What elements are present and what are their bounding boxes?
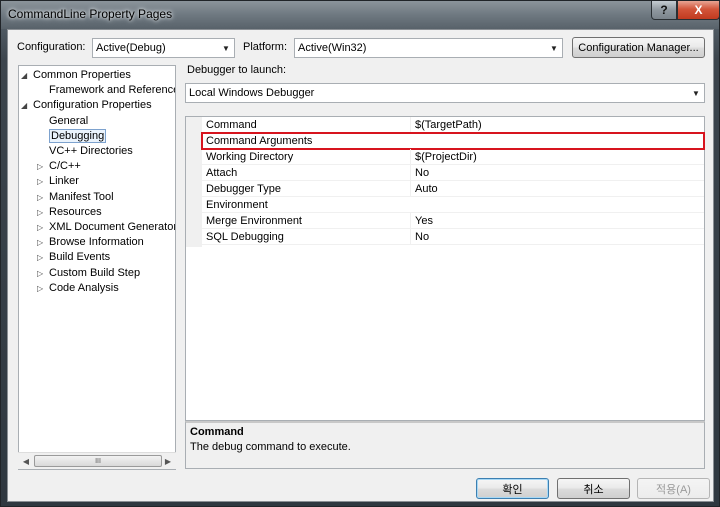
property-name: Command <box>206 119 257 131</box>
tree-collapsed-icon[interactable]: ▷ <box>37 235 47 250</box>
chevron-down-icon: ▼ <box>692 88 700 98</box>
tree-item[interactable]: Build Events <box>49 250 110 265</box>
tree-item-label: C/C++ <box>49 160 81 173</box>
tree-collapsed-icon[interactable]: ▷ <box>37 174 47 189</box>
tree-item-label: Framework and References <box>49 84 176 97</box>
tree-item[interactable]: Linker <box>49 174 79 189</box>
tree-item-label: Debugging <box>49 128 107 143</box>
tree-expanded-icon[interactable]: ◢ <box>21 98 31 113</box>
property-pages-window: CommandLine Property Pages ? X Configura… <box>0 0 720 507</box>
scroll-left-icon[interactable]: ◀ <box>20 455 32 467</box>
tree-horizontal-scrollbar[interactable]: ◀ III ▶ <box>18 452 176 469</box>
description-panel: Command The debug command to execute. <box>185 421 705 469</box>
tree-item-label: XML Document Generator <box>49 221 176 233</box>
property-value[interactable]: No <box>410 165 704 181</box>
configuration-value: Active(Debug) <box>96 42 166 54</box>
property-value[interactable]: Yes <box>410 213 704 229</box>
close-button[interactable]: X <box>677 1 720 20</box>
help-button[interactable]: ? <box>651 1 677 20</box>
debugger-combo[interactable]: Local Windows Debugger ▼ <box>185 83 705 103</box>
tree-item-label: Code Analysis <box>49 281 119 294</box>
property-row[interactable]: Merge Environment Yes <box>202 213 704 229</box>
property-grid: Command $(TargetPath) Command Arguments Wor… <box>185 116 705 421</box>
configuration-label: Configuration: <box>17 41 86 53</box>
chevron-down-icon: ▼ <box>222 43 230 53</box>
property-row[interactable]: Debugger Type Auto <box>202 181 704 197</box>
scroll-right-icon[interactable]: ▶ <box>162 455 174 467</box>
property-tree[interactable]: ◢ Common Properties Framework and Referenc… <box>18 65 176 470</box>
property-name: Command Arguments <box>206 135 313 147</box>
tree-item[interactable]: Manifest Tool <box>49 190 114 205</box>
tree-item[interactable]: C/C++ <box>49 159 81 174</box>
platform-value: Active(Win32) <box>298 42 367 54</box>
tree-item-label: General <box>49 114 89 127</box>
tree-collapsed-icon[interactable]: ▷ <box>37 281 47 296</box>
property-row[interactable]: Attach No <box>202 165 704 181</box>
configuration-manager-button[interactable]: Configuration Manager... <box>572 37 705 58</box>
property-name: Environment <box>206 199 268 211</box>
tree-collapsed-icon[interactable]: ▷ <box>37 266 47 281</box>
tree-collapsed-icon[interactable]: ▷ <box>37 205 47 220</box>
tree-item-label: Configuration Properties <box>33 99 152 112</box>
property-row[interactable]: Command Arguments <box>201 132 705 150</box>
debugger-value: Local Windows Debugger <box>189 87 315 99</box>
property-name: Merge Environment <box>206 215 302 227</box>
property-name: SQL Debugging <box>206 231 284 243</box>
tree-expanded-icon[interactable]: ◢ <box>21 68 31 83</box>
tree-collapsed-icon[interactable]: ▷ <box>37 190 47 205</box>
tree-item[interactable]: XML Document Generator <box>49 220 176 235</box>
tree-item[interactable]: Code Analysis <box>49 281 119 296</box>
debugger-label: Debugger to launch: <box>187 64 287 76</box>
tree-item[interactable]: Debugging <box>49 128 107 144</box>
tree-collapsed-icon[interactable]: ▷ <box>37 250 47 265</box>
property-value[interactable]: Auto <box>410 181 704 197</box>
tree-item-label: Custom Build Step <box>49 266 141 279</box>
grid-gutter <box>186 117 202 247</box>
property-value[interactable]: $(TargetPath) <box>410 117 704 133</box>
tree-item[interactable]: Custom Build Step <box>49 266 140 281</box>
help-icon: ? <box>660 3 668 17</box>
property-name: Debugger Type <box>206 183 282 195</box>
tree-item[interactable]: Browse Information <box>49 235 144 250</box>
tree-item-label: Build Events <box>49 251 111 264</box>
tree-item[interactable]: VC++ Directories <box>49 144 133 159</box>
tree-item-label: Common Properties <box>33 69 131 81</box>
description-title: Command <box>190 426 244 438</box>
platform-label: Platform: <box>243 41 288 53</box>
tree-item-label: Manifest Tool <box>49 190 114 203</box>
property-value[interactable]: No <box>410 229 704 245</box>
tree-item[interactable]: Configuration Properties <box>33 98 152 113</box>
tree-item[interactable]: Framework and References <box>49 83 176 98</box>
close-icon: X <box>694 3 703 17</box>
window-title: CommandLine Property Pages <box>8 7 173 21</box>
tree-item-label: Linker <box>49 175 79 188</box>
tree-item-label: VC++ Directories <box>49 145 133 157</box>
property-name: Attach <box>206 167 238 179</box>
property-row[interactable]: Environment <box>202 197 704 213</box>
description-text: The debug command to execute. <box>190 441 351 453</box>
tree-item-label: Browse Information <box>49 236 144 249</box>
title-bar[interactable]: CommandLine Property Pages ? X <box>1 1 720 29</box>
tree-collapsed-icon[interactable]: ▷ <box>37 159 47 174</box>
scroll-thumb[interactable]: III <box>34 455 162 467</box>
chevron-down-icon: ▼ <box>550 43 558 53</box>
cancel-button[interactable]: 취소 <box>557 478 630 499</box>
dialog-client-area: Configuration: Active(Debug) ▼ Platform:… <box>7 29 714 502</box>
property-value[interactable]: $(ProjectDir) <box>410 149 704 165</box>
tree-collapsed-icon[interactable]: ▷ <box>37 220 47 235</box>
property-row[interactable]: Working Directory $(ProjectDir) <box>202 149 704 165</box>
tree-item[interactable]: Resources <box>49 205 102 220</box>
tree-item-label: Resources <box>49 205 102 218</box>
apply-button[interactable]: 적용(A) <box>637 478 710 499</box>
property-row[interactable]: Command $(TargetPath) <box>202 117 704 133</box>
tree-item[interactable]: General <box>49 114 88 129</box>
tree-item[interactable]: Common Properties <box>33 68 131 83</box>
configuration-combo[interactable]: Active(Debug) ▼ <box>92 38 235 58</box>
platform-combo[interactable]: Active(Win32) ▼ <box>294 38 563 58</box>
ok-button[interactable]: 확인 <box>476 478 549 499</box>
property-row[interactable]: SQL Debugging No <box>202 229 704 245</box>
property-name: Working Directory <box>206 151 294 163</box>
